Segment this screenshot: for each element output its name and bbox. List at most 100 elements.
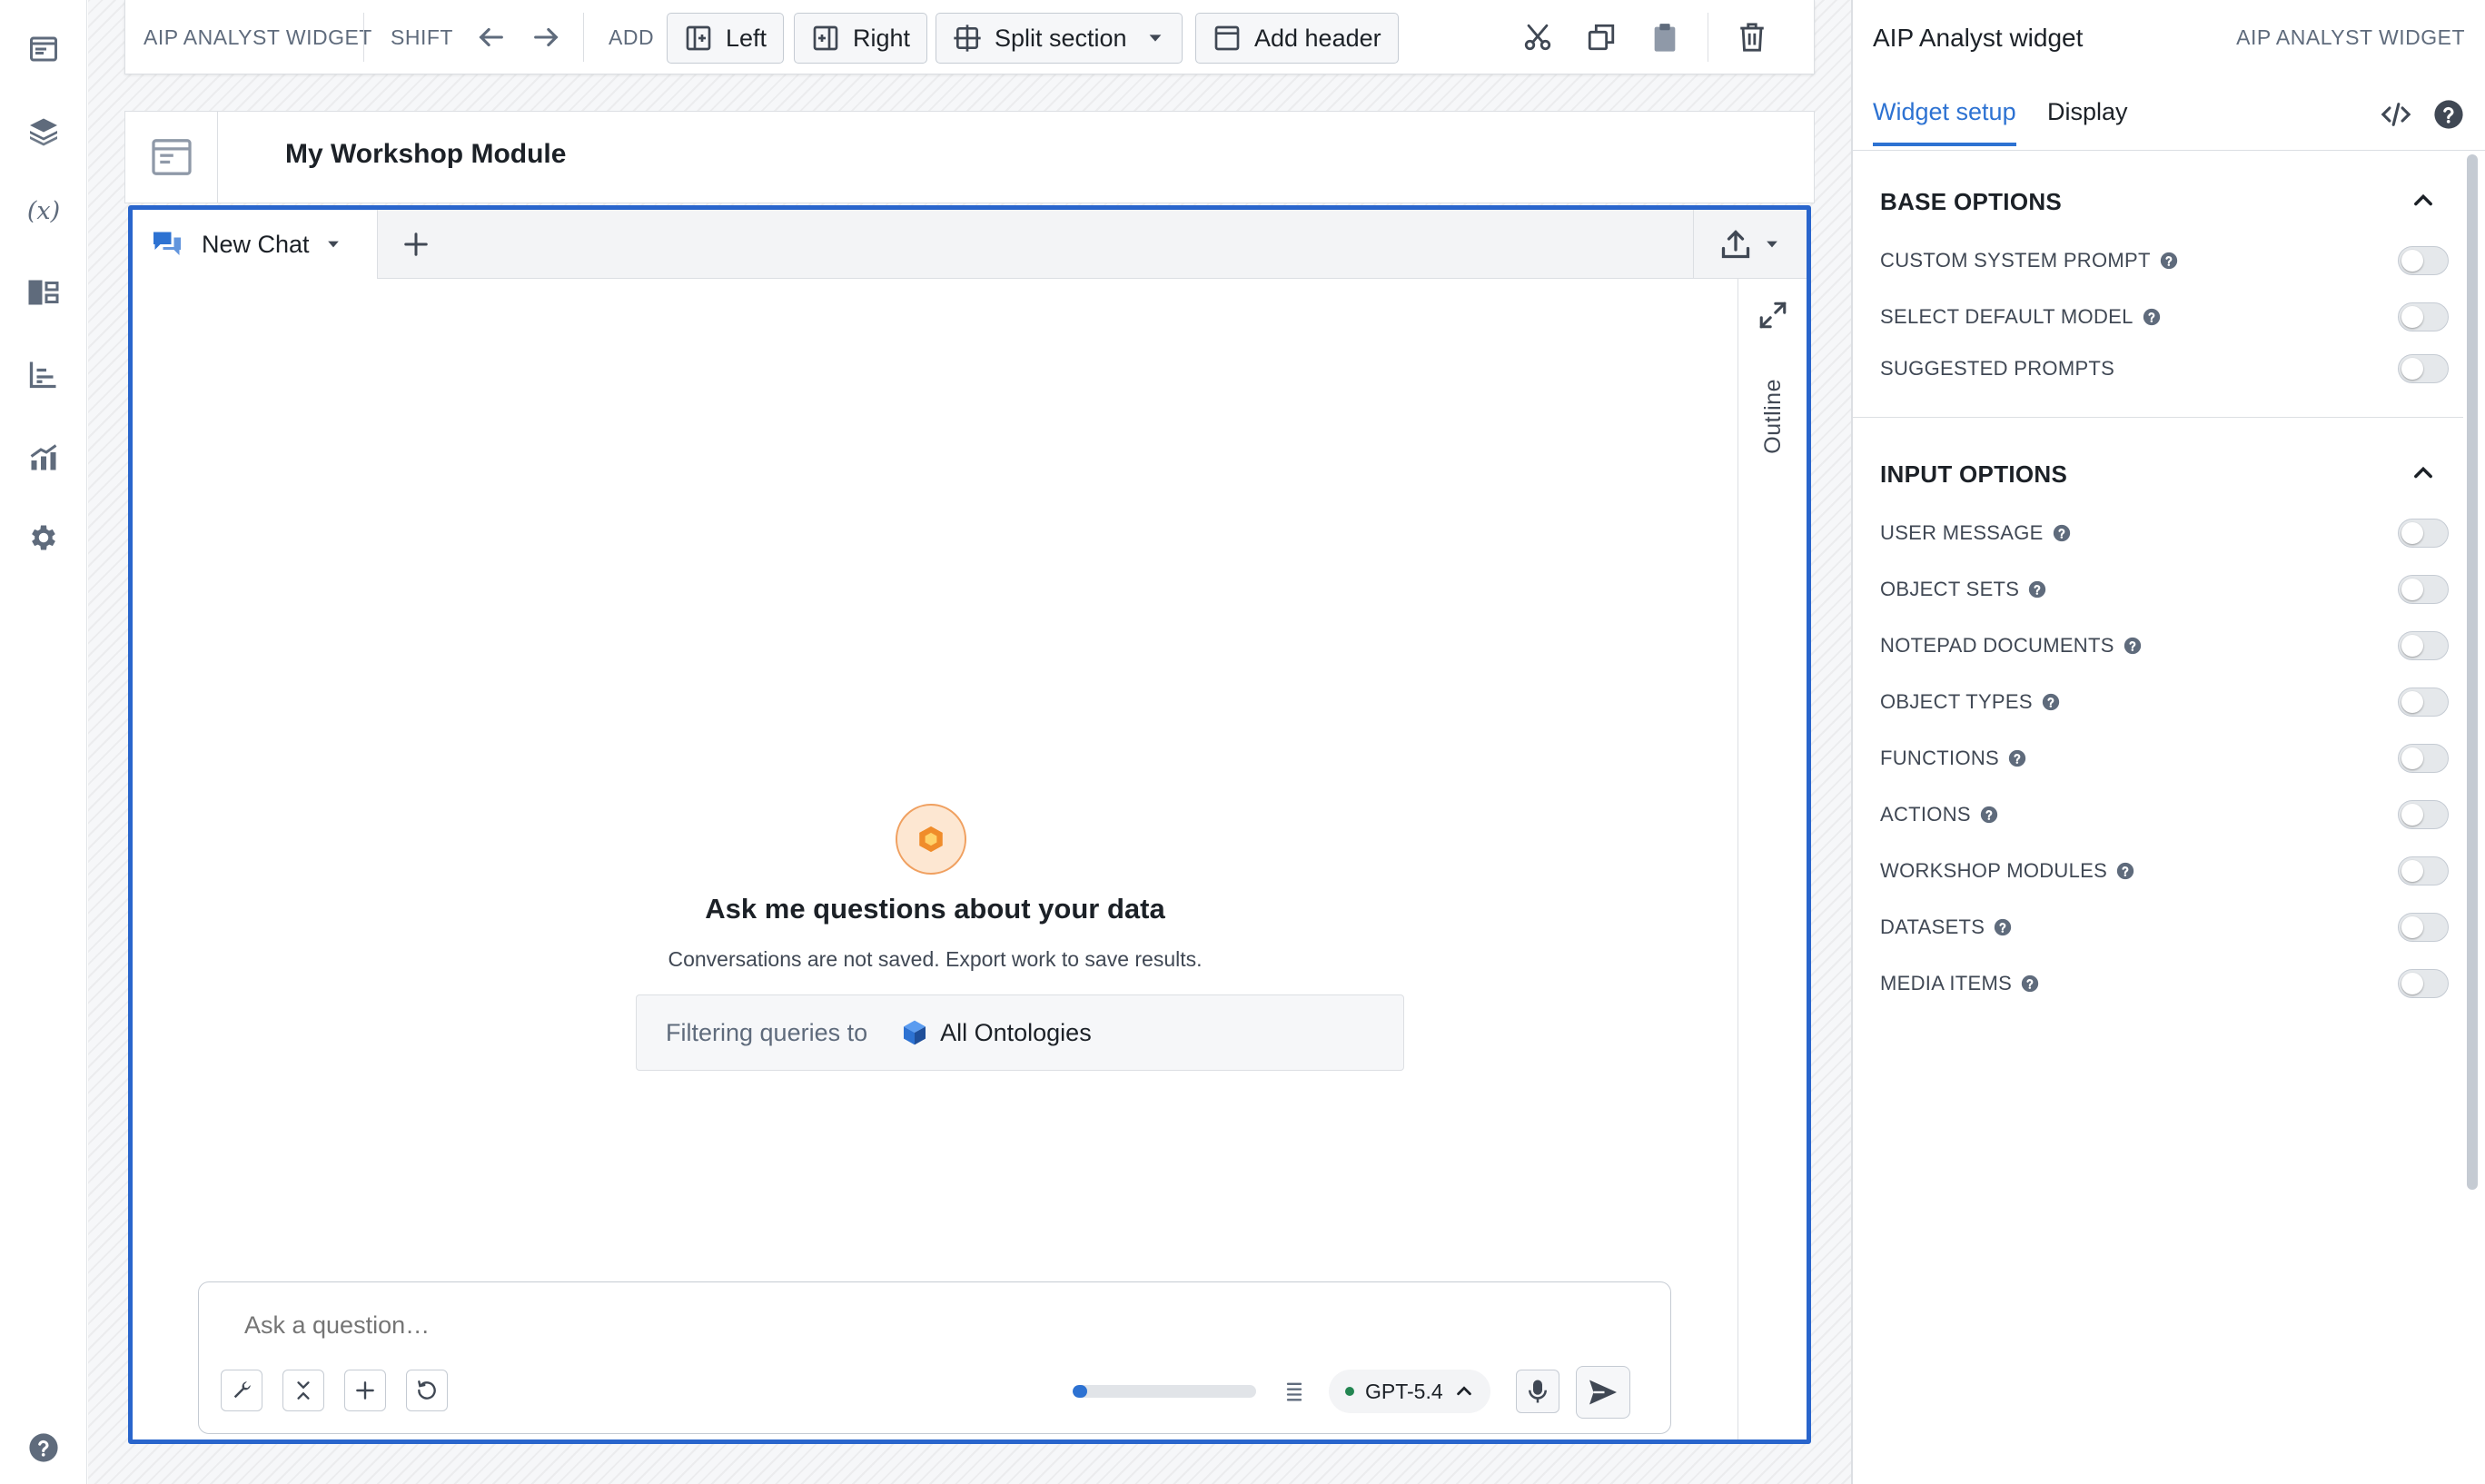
- help-icon[interactable]: [2008, 749, 2026, 767]
- context-usage-fill: [1073, 1385, 1088, 1398]
- model-selector[interactable]: GPT-5.4: [1329, 1370, 1490, 1413]
- toggle-knob: [2401, 250, 2423, 272]
- module-header: My Workshop Module: [124, 111, 1815, 203]
- option-label: MEDIA ITEMS: [1880, 972, 2013, 994]
- option-row: OBJECT TYPES: [1880, 684, 2449, 720]
- filter-value-label: All Ontologies: [940, 1018, 1092, 1046]
- option-toggle[interactable]: [2398, 302, 2449, 331]
- option-toggle[interactable]: [2398, 800, 2449, 829]
- help-icon[interactable]: [2042, 693, 2060, 711]
- module-page-icon[interactable]: [125, 112, 218, 203]
- option-toggle[interactable]: [2398, 969, 2449, 998]
- option-label: WORKSHOP MODULES: [1880, 859, 2108, 882]
- reset-button[interactable]: [406, 1370, 448, 1411]
- duplicate-icon[interactable]: [1582, 18, 1620, 56]
- collapse-button[interactable]: [282, 1370, 324, 1411]
- outline-rail: Outline: [1738, 279, 1807, 1439]
- help-icon[interactable]: [1994, 918, 2012, 936]
- chevron-up-icon[interactable]: [2407, 184, 2440, 217]
- section-divider: [1853, 417, 2463, 418]
- help-icon[interactable]: [2116, 862, 2134, 880]
- option-label: USER MESSAGE: [1880, 521, 2044, 544]
- panel-scrollbar[interactable]: [2467, 154, 2478, 1190]
- option-toggle[interactable]: [2398, 575, 2449, 604]
- option-toggle[interactable]: [2398, 744, 2449, 773]
- cut-icon[interactable]: [1519, 18, 1557, 56]
- chart-axis-icon[interactable]: [22, 352, 65, 396]
- widget-tree-icon[interactable]: [22, 271, 65, 314]
- attach-button[interactable]: [344, 1370, 386, 1411]
- option-row: CUSTOM SYSTEM PROMPT: [1880, 242, 2449, 279]
- microphone-button[interactable]: [1516, 1370, 1559, 1413]
- chat-tab-new-chat[interactable]: New Chat: [133, 210, 378, 279]
- option-toggle[interactable]: [2398, 519, 2449, 548]
- context-list-icon[interactable]: [1276, 1373, 1312, 1410]
- help-icon[interactable]: [2143, 308, 2161, 326]
- chevron-up-icon: [1456, 1386, 1471, 1396]
- help-icon[interactable]: [2053, 524, 2071, 542]
- chevron-up-icon[interactable]: [2407, 457, 2440, 490]
- option-toggle[interactable]: [2398, 688, 2449, 717]
- cube-icon: [904, 1020, 926, 1045]
- collapse-icon: [297, 1381, 310, 1400]
- settings-gear-icon[interactable]: [22, 516, 65, 559]
- option-row: MEDIA ITEMS: [1880, 965, 2449, 1002]
- filter-label: Filtering queries to: [666, 1018, 868, 1046]
- help-icon[interactable]: [2021, 974, 2039, 993]
- tab-display[interactable]: Display: [2047, 98, 2128, 143]
- panel-widget-type: AIP ANALYST WIDGET: [2236, 25, 2465, 49]
- model-label: GPT-5.4: [1365, 1379, 1443, 1403]
- option-label: OBJECT TYPES: [1880, 690, 2033, 713]
- option-toggle[interactable]: [2398, 354, 2449, 383]
- option-row: DATASETS: [1880, 909, 2449, 945]
- new-chat-tab-button[interactable]: [396, 224, 436, 264]
- arrow-left-icon[interactable]: [472, 18, 510, 56]
- tab-widget-setup[interactable]: Widget setup: [1873, 98, 2016, 146]
- toggle-knob: [2401, 635, 2423, 657]
- chat-question-input[interactable]: [244, 1311, 1516, 1340]
- caret-down-icon[interactable]: [324, 235, 342, 253]
- code-icon[interactable]: [2378, 96, 2414, 133]
- help-icon[interactable]: [1980, 806, 1998, 824]
- outline-toggle[interactable]: Outline: [1760, 379, 1787, 454]
- toggle-knob: [2401, 522, 2423, 544]
- arrow-right-icon[interactable]: [527, 18, 565, 56]
- trash-icon[interactable]: [1733, 18, 1771, 56]
- model-status-dot: [1345, 1387, 1354, 1396]
- help-icon[interactable]: [2160, 252, 2178, 270]
- option-toggle[interactable]: [2398, 246, 2449, 275]
- export-button[interactable]: [1693, 210, 1807, 279]
- help-icon[interactable]: [2028, 580, 2046, 599]
- option-row: ACTIONS: [1880, 796, 2449, 833]
- split-section-button[interactable]: Split section: [936, 13, 1183, 64]
- option-label: OBJECT SETS: [1880, 578, 2020, 600]
- tools-button[interactable]: [221, 1370, 262, 1411]
- aip-analyst-widget[interactable]: New Chat Ask me questions about your dat…: [128, 205, 1811, 1444]
- help-icon[interactable]: [25, 1430, 62, 1466]
- toolbar-divider: [583, 13, 584, 62]
- help-icon[interactable]: [2124, 637, 2142, 655]
- panel-tabs: Widget setup Display: [1853, 76, 2485, 151]
- add-header-button[interactable]: Add header: [1195, 13, 1399, 64]
- layout-icon[interactable]: [22, 27, 65, 71]
- help-icon[interactable]: [2431, 96, 2467, 133]
- option-toggle[interactable]: [2398, 631, 2449, 660]
- ontology-filter[interactable]: Filtering queries to All Ontologies: [636, 994, 1404, 1071]
- add-right-button[interactable]: Right: [794, 13, 928, 64]
- toggle-knob: [2401, 804, 2423, 826]
- toggle-knob: [2401, 306, 2423, 328]
- expand-icon[interactable]: [1755, 297, 1791, 333]
- add-left-button[interactable]: Left: [667, 13, 785, 64]
- toolbar-add-label: ADD: [609, 25, 655, 49]
- option-toggle[interactable]: [2398, 913, 2449, 942]
- send-button[interactable]: [1576, 1366, 1630, 1419]
- variables-icon[interactable]: (x): [22, 189, 65, 232]
- toggle-knob: [2401, 691, 2423, 713]
- option-toggle[interactable]: [2398, 856, 2449, 885]
- microphone-icon: [1529, 1380, 1547, 1403]
- paste-icon[interactable]: [1646, 18, 1684, 56]
- option-row: SUGGESTED PROMPTS: [1880, 351, 2449, 387]
- toolbar-shift-label: SHIFT: [391, 25, 453, 49]
- analytics-icon[interactable]: [22, 436, 65, 480]
- layers-icon[interactable]: [22, 109, 65, 153]
